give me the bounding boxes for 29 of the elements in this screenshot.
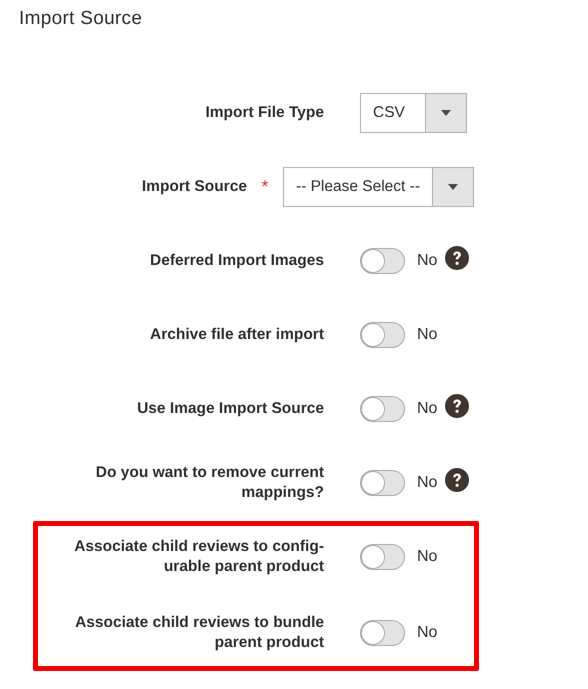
field-label: Archive file after import — [150, 325, 324, 345]
field-label: Associate child reviews to bundle parent product — [75, 613, 324, 653]
toggle-value: No — [417, 548, 438, 566]
help-icon[interactable] — [445, 468, 470, 492]
field-label: Deferred Import Images — [150, 251, 324, 271]
select-field[interactable]: -- Please Select -- — [282, 167, 474, 207]
toggle-switch[interactable] — [360, 620, 405, 646]
section-title: Import Source — [19, 8, 144, 30]
field-label: Import File Type — [205, 103, 324, 123]
field-label: Import Source — [142, 177, 247, 197]
caret-icon — [441, 110, 451, 116]
help-icon[interactable] — [445, 394, 470, 418]
field-label: Do you want to remove current mappings? — [96, 463, 324, 503]
toggle-switch[interactable] — [360, 470, 405, 496]
toggle-switch[interactable] — [360, 544, 405, 570]
toggle-switch[interactable] — [360, 396, 405, 422]
required-mark: * — [262, 177, 268, 197]
help-icon[interactable] — [445, 246, 470, 270]
toggle-value: No — [417, 624, 438, 642]
toggle-switch[interactable] — [360, 248, 405, 274]
toggle-value: No — [417, 252, 438, 270]
toggle-switch[interactable] — [360, 322, 405, 348]
toggle-value: No — [417, 326, 438, 344]
field-label: Associate child reviews to config- urable parent product — [74, 537, 324, 577]
toggle-value: No — [417, 474, 438, 492]
select-field[interactable]: CSV — [360, 93, 467, 133]
caret-icon — [448, 184, 458, 190]
field-label: Use Image Import Source — [137, 399, 324, 419]
toggle-value: No — [417, 400, 438, 418]
